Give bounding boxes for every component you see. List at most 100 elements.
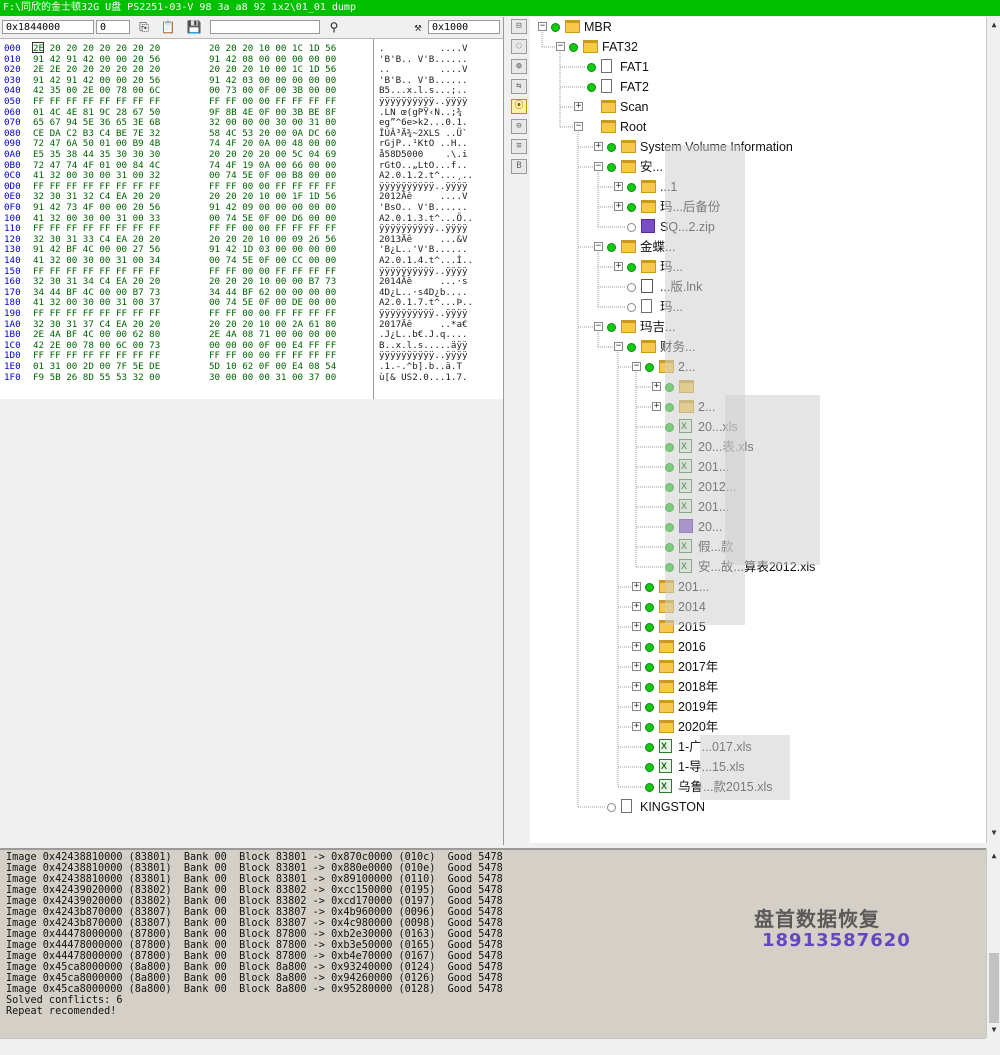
status-dot-icon [551,23,560,32]
offset-field[interactable]: 0 [96,20,130,34]
expand-icon[interactable]: + [614,182,623,191]
tree-node[interactable]: +2015 [530,617,985,637]
address-field[interactable]: 0x1844000 [2,20,94,34]
tree-node[interactable]: +2014 [530,597,985,617]
expand-icon[interactable]: + [632,642,641,651]
collapse-icon[interactable]: − [538,22,547,31]
tree-node[interactable]: + Scan [530,97,985,117]
tree-node-label: MBR [584,20,612,34]
hex-offset: 190 [4,308,21,319]
collapse-icon[interactable]: − [556,42,565,51]
tool-g-button[interactable]: ≡ [511,139,527,154]
tree-node[interactable]: +玛...后备份 [530,197,985,217]
tree-scrollbar[interactable]: ▲ ▼ [986,17,1000,843]
tree-node[interactable]: +2016 [530,637,985,657]
tree-node[interactable]: +2019年 [530,697,985,717]
jump-field[interactable]: 0x1000 [428,20,500,34]
lnk-icon [641,279,653,293]
file-icon [621,799,632,813]
tool-h-button[interactable]: B [511,159,527,174]
expand-icon[interactable]: + [632,582,641,591]
tree-node[interactable]: ...版.lnk [530,277,985,297]
tree-node[interactable]: +玛... [530,257,985,277]
watermark-phone: 18913587620 [762,930,911,951]
expand-icon[interactable]: + [632,682,641,691]
hex-bytes-right: 20 20 20 10 00 1C 1D 56 [209,43,337,54]
expand-icon[interactable]: + [632,602,641,611]
hex-view[interactable]: 000 2E 20 20 20 20 20 20 20 20 20 20 10 00… [0,39,504,399]
tree-node[interactable]: FAT1 [530,57,985,77]
tree-node-label: 2016 [678,640,706,654]
tool-a-button[interactable]: ⊟ [511,19,527,34]
expand-icon[interactable]: + [652,402,661,411]
collapse-icon[interactable]: − [632,362,641,371]
status-dot-icon [645,683,654,692]
tools-icon[interactable]: ⚒ [410,20,426,35]
status-dot-icon [587,63,596,72]
collapse-icon[interactable]: − [594,162,603,171]
log-line: Image 0x42438810000 (83801) Bank 00 Bloc… [6,863,503,874]
status-dot-icon [645,623,654,632]
expand-icon[interactable]: + [632,622,641,631]
status-dot-icon [607,143,616,152]
paste-icon[interactable]: 📋 [160,20,176,35]
tool-f-button[interactable]: ⊖ [511,119,527,134]
tree-node[interactable]: − 金蝶... [530,237,985,257]
tool-e-button[interactable]: ⦿ [511,99,527,114]
tool-d-button[interactable]: ⇆ [511,79,527,94]
scroll-thumb[interactable] [989,953,999,1023]
collapse-icon[interactable]: − [594,242,603,251]
hex-offset: 0A0 [4,149,21,160]
expand-icon[interactable]: + [614,262,623,271]
tree-node[interactable]: − FAT32 [530,37,985,57]
scroll-up-arrow-icon[interactable]: ▲ [988,19,1000,31]
tree-node[interactable]: − Root [530,117,985,137]
folder-icon [659,660,674,673]
tree-node[interactable]: −财务... [530,337,985,357]
tree-node-label: FAT2 [620,80,649,94]
hex-bytes-right: 5D 10 62 0F 00 E4 08 54 [209,361,337,372]
status-dot-icon [627,303,636,312]
log-horizontal-scrollbar[interactable] [0,1038,986,1055]
save-icon[interactable]: 💾 [186,20,202,35]
tree-node[interactable]: +201... [530,577,985,597]
hex-ascii: . ....V [379,43,468,54]
tree-node[interactable]: −2... [530,357,985,377]
tree-node[interactable]: − 玛吉... [530,317,985,337]
tree-node[interactable]: +2017年 [530,657,985,677]
tree-node[interactable]: + [530,377,985,397]
binoculars-icon[interactable]: ⚲ [326,20,342,35]
expand-icon[interactable]: + [632,722,641,731]
scroll-down-arrow-icon[interactable]: ▼ [988,827,1000,839]
tree-node[interactable]: KINGSTON [530,797,985,817]
expand-icon[interactable]: + [574,102,583,111]
tree-node[interactable]: − MBR [530,17,985,37]
status-dot-icon [645,603,654,612]
tree-node[interactable]: +...1 [530,177,985,197]
expand-icon[interactable]: + [594,142,603,151]
expand-icon[interactable]: + [652,382,661,391]
collapse-icon[interactable]: − [614,342,623,351]
collapse-icon[interactable]: − [574,122,583,131]
tree-node[interactable]: FAT2 [530,77,985,97]
log-line: Repeat recomended! [6,1006,117,1017]
folder-icon [659,640,674,653]
tool-c-button[interactable]: ◍ [511,59,527,74]
tree-node[interactable]: 玛... [530,297,985,317]
hex-ascii: .1.-.^b].b..ä.T [379,361,462,372]
log-scrollbar[interactable]: ▲ ▼ [986,848,1000,1038]
expand-icon[interactable]: + [614,202,623,211]
tree-node[interactable]: +2020年 [530,717,985,737]
tool-b-button[interactable]: ◌ [511,39,527,54]
tree-node[interactable]: − 安... [530,157,985,177]
tree-node[interactable]: +2018年 [530,677,985,697]
expand-icon[interactable]: + [632,702,641,711]
tree-node[interactable]: SQ...2.zip [530,217,985,237]
tree-node[interactable]: +System Volume Information [530,137,985,157]
scroll-up-arrow-icon[interactable]: ▲ [988,850,1000,862]
collapse-icon[interactable]: − [594,322,603,331]
copy-icon[interactable]: ⎘ [136,20,152,35]
scroll-down-arrow-icon[interactable]: ▼ [988,1024,1000,1036]
search-input[interactable] [210,20,320,34]
expand-icon[interactable]: + [632,662,641,671]
